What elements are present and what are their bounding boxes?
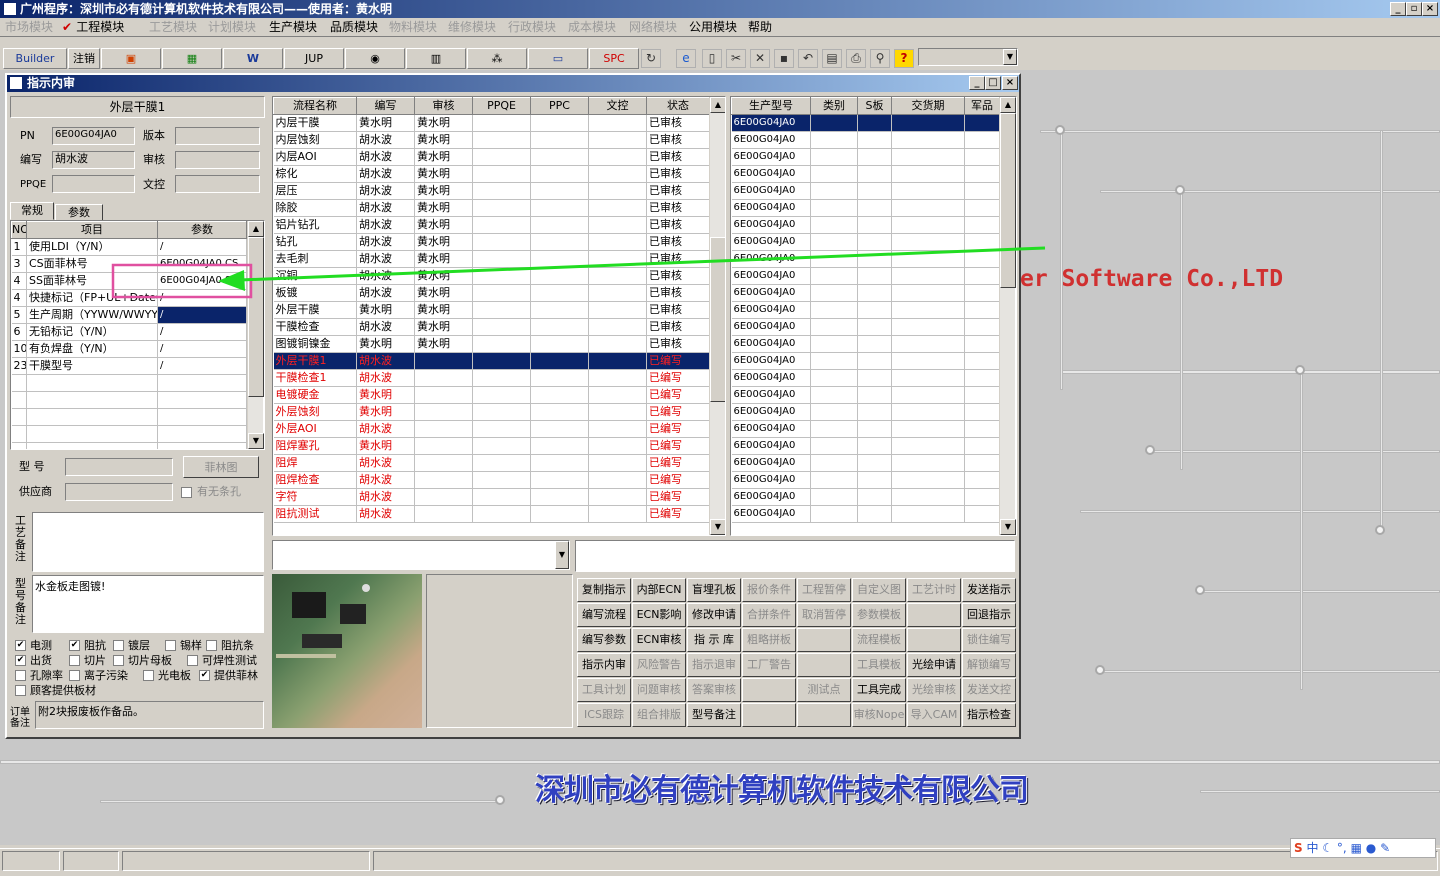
annotation-arrow-line (239, 246, 1046, 282)
punctuation-icon[interactable]: °, (1337, 841, 1347, 855)
ime-toolbar[interactable]: S 中 ☾ °, ▦ ● ✎ (1290, 838, 1436, 858)
status-bar (0, 848, 1440, 876)
status-panel-4 (373, 851, 1438, 871)
tab-general[interactable]: 常规 (10, 202, 54, 220)
status-panel-3 (122, 851, 370, 871)
sogou-icon[interactable]: S (1294, 841, 1303, 855)
annotation-overlay (111, 246, 1046, 299)
chinese-mode-icon[interactable]: 中 (1306, 841, 1318, 855)
annotation-arrow-head (218, 270, 245, 291)
user-icon[interactable]: ● (1366, 841, 1376, 855)
keyboard-icon[interactable]: ▦ (1351, 841, 1362, 855)
moon-icon[interactable]: ☾ (1322, 841, 1333, 855)
wrench-icon[interactable]: ✎ (1380, 841, 1390, 855)
status-panel-1 (2, 851, 60, 871)
status-panel-2 (63, 851, 119, 871)
